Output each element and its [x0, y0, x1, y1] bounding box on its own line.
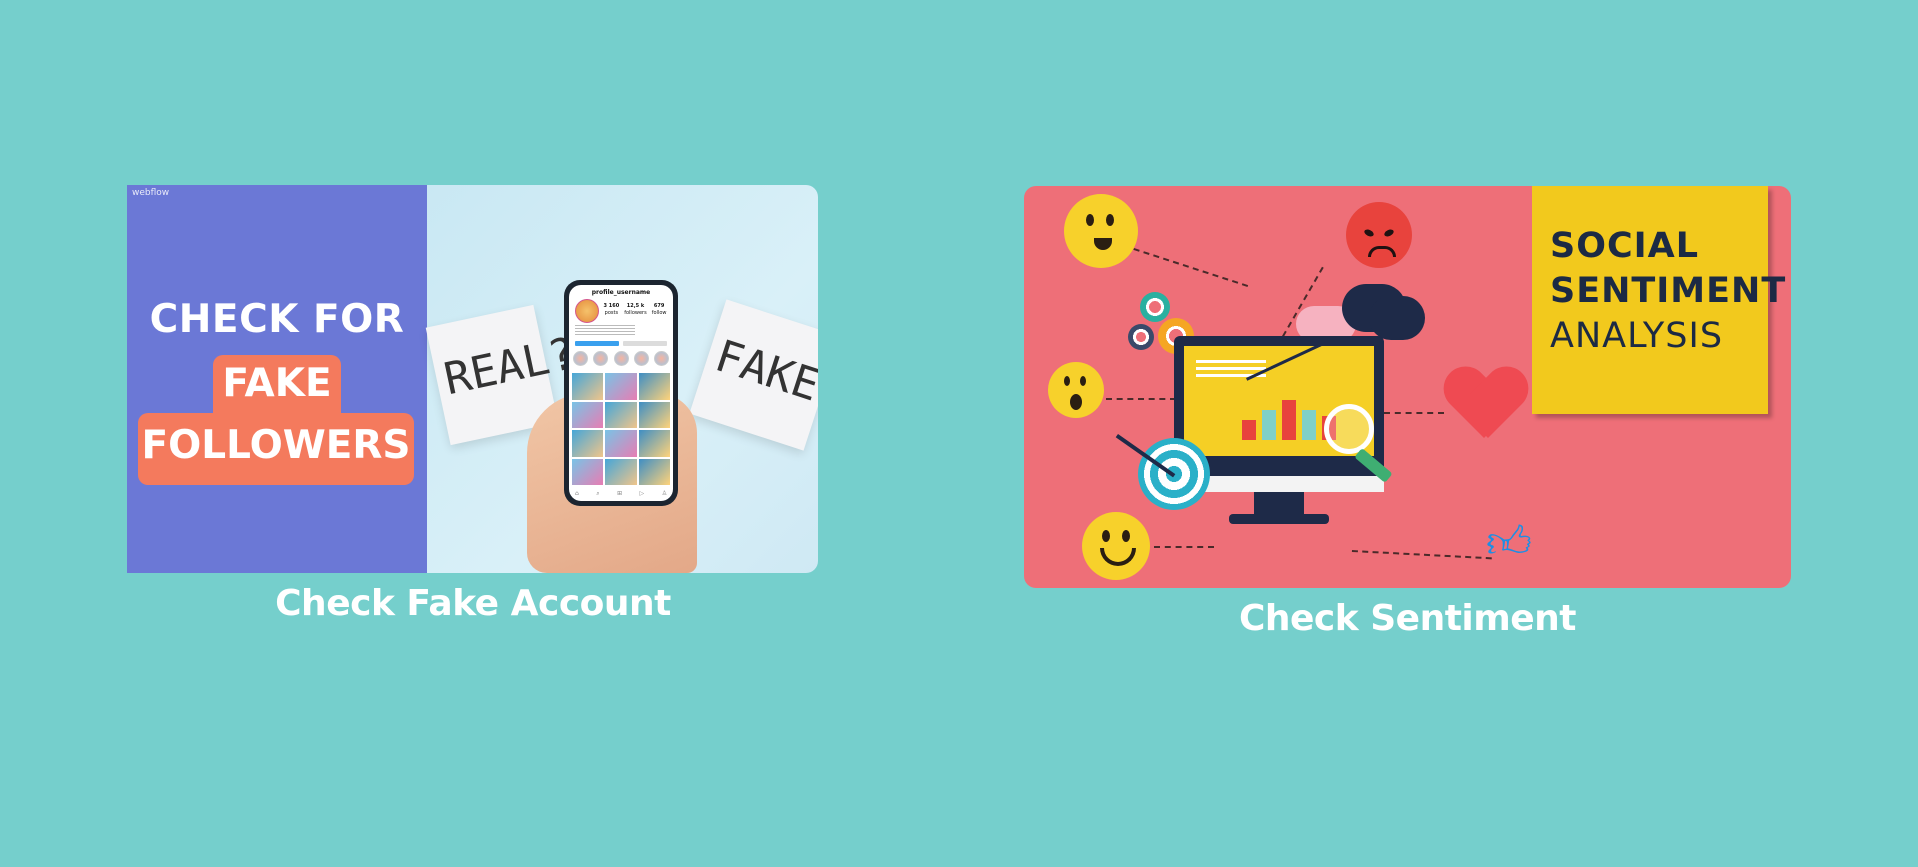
stat-posts-value: 3 160: [603, 303, 620, 309]
monitor-foot: [1229, 514, 1329, 524]
phone-mockup: profile_username 3 160 posts 12,5 k follow…: [564, 280, 678, 506]
mouth: [1100, 548, 1136, 566]
story-highlights: [573, 351, 669, 366]
highlight-circle: [573, 351, 588, 366]
chart-bar: [1262, 410, 1276, 440]
eye: [1106, 214, 1114, 226]
chart-bar: [1302, 410, 1316, 440]
eye: [1086, 214, 1094, 226]
sticky-title-line2: SENTIMENT: [1550, 271, 1787, 311]
mouth: [1094, 238, 1112, 250]
stat-followers: 12,5 k followers: [624, 303, 646, 317]
gear-icon: [1128, 324, 1154, 350]
mouth: [1070, 394, 1082, 410]
mouth: [1368, 246, 1396, 257]
grid-photo: [572, 430, 604, 457]
follow-button: [575, 341, 619, 346]
profile-username: profile_username: [591, 289, 651, 296]
stat-follow-label: follow: [651, 310, 667, 316]
sticky-title-line3: ANALYSIS: [1550, 316, 1724, 356]
check-fake-account-card[interactable]: webflow CHECK FOR FAKE FOLLOWERS REAL? F…: [127, 185, 819, 630]
promo-left-panel: webflow CHECK FOR FAKE FOLLOWERS: [127, 185, 427, 573]
eye: [1064, 376, 1070, 386]
photo-grid: [572, 373, 670, 485]
eye: [1363, 228, 1375, 238]
stat-followers-label: followers: [624, 310, 647, 316]
highlight-circle: [654, 351, 669, 366]
phone-screen: profile_username 3 160 posts 12,5 k follow…: [569, 285, 673, 501]
eye: [1122, 530, 1130, 542]
grid-photo: [605, 401, 637, 428]
highlight-text-followers: FOLLOWERS: [141, 423, 411, 468]
grid-photo: [572, 401, 604, 428]
sticky-title-line1: SOCIAL: [1550, 226, 1700, 266]
sentiment-analysis-image[interactable]: 👍︎ SOCIAL SENTIMENT ANALYSIS: [1024, 186, 1791, 588]
photo-panel: REAL? FAKE? profile_username 3 160 posts …: [425, 185, 818, 573]
smiley-surprised-icon: [1048, 362, 1104, 418]
monitor-stand: [1254, 492, 1304, 516]
search-icon: ⌕: [596, 490, 600, 497]
profile-bio: [575, 325, 635, 337]
gear-icon: [1140, 292, 1170, 322]
sticky-note: SOCIAL SENTIMENT ANALYSIS: [1532, 186, 1785, 414]
smiley-smile-icon: [1082, 512, 1150, 580]
angry-face-icon: [1346, 202, 1412, 268]
phone-nav-bar: ⌂ ⌕ ⊞ ▷ ♙: [575, 490, 667, 498]
note-fake-text: FAKE?: [709, 330, 818, 420]
stat-follow: 679 follow: [652, 303, 667, 317]
stat-follow-value: 679: [653, 303, 665, 309]
grid-photo: [605, 373, 637, 400]
grid-photo: [638, 373, 670, 400]
stat-posts-label: posts: [604, 310, 619, 316]
headline-text: CHECK FOR: [149, 297, 405, 342]
connector-line: [1154, 546, 1214, 548]
connector-line: [1351, 550, 1492, 560]
grid-photo: [605, 458, 637, 485]
eye: [1383, 228, 1395, 238]
note-real-text: REAL?: [439, 327, 580, 406]
reels-icon: ▷: [639, 490, 645, 497]
connector-line: [1384, 412, 1444, 414]
smiley-happy-icon: [1064, 194, 1138, 268]
eye: [1102, 530, 1110, 542]
cloud-icon: [1369, 296, 1425, 340]
grid-photo: [572, 373, 604, 400]
connector-line: [1106, 398, 1176, 400]
fake-followers-image[interactable]: webflow CHECK FOR FAKE FOLLOWERS REAL? F…: [127, 185, 818, 573]
home-icon: ⌂: [575, 490, 579, 497]
grid-photo: [572, 458, 604, 485]
profile-avatar: [575, 299, 599, 323]
profile-icon: ♙: [661, 490, 667, 497]
magnifier-icon: [1324, 404, 1374, 454]
chart-bar: [1282, 400, 1296, 440]
connector-line: [1133, 248, 1249, 287]
thumbs-up-icon: 👍︎: [1486, 517, 1532, 568]
card-title[interactable]: Check Fake Account: [127, 583, 819, 624]
highlight-circle: [593, 351, 609, 366]
stat-posts: 3 160 posts: [604, 303, 620, 317]
message-button: [623, 341, 667, 346]
heart-icon: [1444, 368, 1524, 448]
grid-photo: [638, 401, 670, 428]
highlight-circle: [613, 351, 629, 366]
check-sentiment-card[interactable]: 👍︎ SOCIAL SENTIMENT ANALYSIS Check Senti…: [1024, 186, 1791, 646]
note-fake: FAKE?: [689, 299, 818, 451]
profile-stats: 3 160 posts 12,5 k followers 679 follow: [601, 303, 669, 317]
highlight-circle: [633, 351, 649, 366]
highlight-text-fake: FAKE: [222, 361, 332, 406]
grid-photo: [638, 458, 670, 485]
grid-photo: [605, 430, 637, 457]
chart-bar: [1242, 420, 1256, 440]
stat-followers-value: 12,5 k: [626, 303, 645, 309]
grid-photo: [638, 430, 670, 457]
eye: [1080, 376, 1086, 386]
text-lines: [1196, 360, 1266, 380]
add-icon: ⊞: [617, 490, 623, 497]
card-title[interactable]: Check Sentiment: [1024, 598, 1791, 639]
watermark-text: webflow: [132, 188, 170, 198]
